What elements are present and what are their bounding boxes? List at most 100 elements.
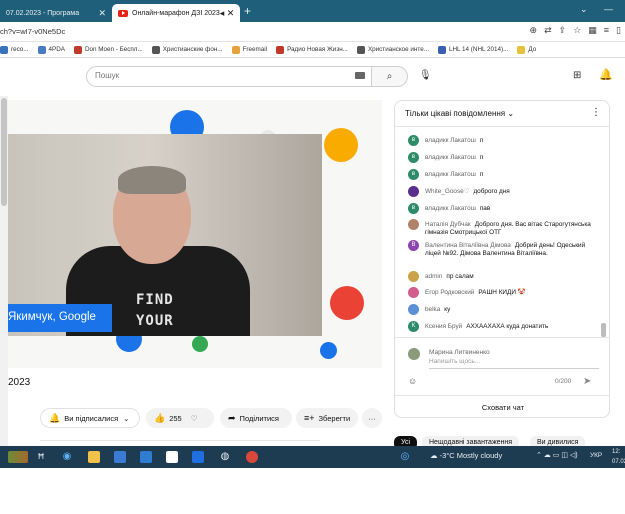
bookmark-item[interactable]: 4PDA — [37, 45, 65, 54]
extensions-icon[interactable]: ▦ — [588, 25, 597, 36]
system-tray-icons[interactable]: ⌃ ☁ ▭ ◫ ◁) — [536, 451, 578, 459]
close-icon[interactable]: ✕ — [98, 8, 106, 19]
tab-list-chevron-icon[interactable]: ⌄ — [580, 4, 588, 15]
store-icon[interactable] — [114, 451, 126, 463]
author-avatar[interactable] — [408, 271, 419, 282]
author-avatar[interactable] — [408, 304, 419, 315]
sidebar-scrollbar[interactable] — [0, 96, 8, 446]
bookmark-star-icon[interactable]: ☆ — [573, 25, 581, 36]
bookmark-item[interactable]: reco... — [0, 45, 29, 54]
video-player[interactable]: FIND YOUR Якимчук, Google — [8, 100, 382, 368]
message-author[interactable]: владикк Лакатош — [425, 137, 476, 144]
share-page-icon[interactable]: ⇪ — [559, 25, 567, 36]
author-avatar[interactable] — [408, 287, 419, 298]
thumbs-down-icon[interactable]: ♡ — [191, 414, 198, 423]
bookmark-item[interactable]: Freemail — [231, 45, 268, 54]
youtube-header: Пошук ⌕ 🎙 ⊞ 🔔 — [0, 58, 625, 96]
message-author[interactable]: Ксения Бруй — [425, 323, 462, 330]
bookmark-label: До — [528, 46, 537, 53]
message-author[interactable]: admin — [425, 273, 442, 280]
bookmark-favicon-icon — [356, 45, 365, 54]
file-explorer-icon[interactable] — [88, 451, 100, 463]
message-author[interactable]: владикк Лакатош — [425, 205, 476, 212]
bookmark-item[interactable]: LHL 14 (NHL 2014)... — [437, 45, 509, 54]
bookmark-label: LHL 14 (NHL 2014)... — [448, 46, 509, 53]
message-text: п — [479, 170, 484, 178]
message-author[interactable]: belka — [425, 306, 440, 313]
message-author[interactable]: владикк Лакатош — [425, 154, 476, 161]
author-avatar[interactable] — [408, 186, 419, 197]
minimize-icon[interactable]: — — [604, 4, 613, 14]
message-text: ку — [444, 305, 451, 313]
message-author[interactable]: White_Goose♡ — [425, 188, 469, 195]
share-button[interactable]: ➦ Поділитися — [220, 408, 292, 428]
amazon-icon[interactable] — [166, 451, 178, 463]
author-avatar[interactable]: в — [408, 135, 419, 146]
translate-icon[interactable]: ⇄ — [544, 25, 552, 36]
task-view-icon[interactable]: Ħ — [34, 450, 48, 464]
url-field[interactable]: ch?v=wI7-v0Ne5Dc — [0, 27, 65, 36]
message-author[interactable]: владикк Лакатош — [425, 171, 476, 178]
decor-circle-red — [330, 286, 364, 320]
news-widget-icon[interactable] — [8, 451, 28, 463]
weather-widget[interactable]: ☁ -3°C Mostly cloudy — [430, 451, 502, 460]
bookmark-item[interactable]: Христианское инте... — [356, 45, 429, 54]
notifications-bell-icon[interactable]: 🔔 — [599, 68, 613, 81]
bookmarks-bar: reco... 4PDA Don Moen - Беспл... Христианск… — [0, 42, 625, 58]
message-author[interactable]: Наталія Дубчак — [425, 221, 471, 228]
microphone-icon[interactable]: 🎙 — [419, 70, 432, 81]
bookmark-item[interactable]: Христианские фон... — [151, 45, 223, 54]
browser-tab-program[interactable]: 07.02.2023 - Програма ✕ — [0, 4, 112, 22]
subscribed-button[interactable]: 🔔 Ви підписалися ⌄ — [40, 408, 140, 428]
search-input[interactable]: Пошук — [86, 66, 372, 87]
bookmark-item[interactable]: Don Moen - Беспл... — [73, 45, 143, 54]
chat-input[interactable]: Напишіть щось... — [429, 358, 599, 369]
message-text: п — [479, 136, 484, 144]
bookmark-label: Freemail — [242, 46, 268, 53]
sidebar-icon[interactable]: ▯ — [616, 25, 621, 36]
scrollbar-thumb[interactable] — [1, 98, 7, 206]
taskbar-clock[interactable]: 12: 07.02 — [612, 447, 625, 467]
chrome-icon[interactable] — [246, 451, 258, 463]
dropbox-icon[interactable] — [192, 451, 204, 463]
bookmark-item[interactable]: До — [517, 45, 537, 54]
google-lens-icon[interactable]: ⊕ — [530, 25, 538, 36]
chat-mode-dropdown[interactable]: Тільки цікаві повідомлення ⌄ — [405, 109, 514, 118]
author-avatar[interactable]: в — [408, 169, 419, 180]
new-tab-icon[interactable]: + — [244, 4, 251, 18]
chat-menu-icon[interactable]: ⋮ — [591, 107, 601, 118]
edge-browser-icon[interactable]: ◉ — [60, 450, 74, 464]
chat-scrollbar-thumb[interactable] — [601, 323, 606, 337]
reading-list-icon[interactable]: ≡ — [604, 25, 609, 36]
video-title: 2023 — [8, 377, 31, 388]
bookmark-item[interactable]: Радио Новая Жизн... — [276, 45, 348, 54]
browser-tab-marathon[interactable]: Онлайн-марафон ДЗІ 2023 ◂ ✕ — [112, 4, 240, 22]
author-avatar[interactable]: в — [408, 152, 419, 163]
audio-and-close-icons[interactable]: ◂ ✕ — [220, 8, 235, 19]
author-avatar[interactable]: в — [408, 203, 419, 214]
author-avatar[interactable]: В — [408, 240, 419, 251]
message-author[interactable]: Егор Родковский — [425, 289, 474, 296]
keyboard-icon[interactable] — [355, 72, 365, 79]
message-body: Ксения Бруй АХХААХАХА куда донатить — [425, 323, 591, 331]
message-body: владикк Лакатош п — [425, 154, 591, 162]
mail-icon[interactable] — [140, 451, 152, 463]
search-button[interactable]: ⌕ — [372, 66, 408, 87]
like-button[interactable]: 👍 255 ♡ — [146, 408, 214, 428]
youtube-favicon-icon — [118, 9, 128, 17]
emoji-icon[interactable]: ☺ — [408, 376, 417, 386]
message-author[interactable]: Валентина Віталіївна Дімова — [425, 242, 511, 249]
save-label: Зберегти — [318, 413, 351, 423]
subscribed-label: Ви підписалися — [64, 413, 119, 423]
author-avatar[interactable] — [408, 219, 419, 230]
shirt-line-2: YOUR — [136, 313, 174, 329]
save-button[interactable]: ≡+ Зберегти — [296, 408, 358, 428]
app-circle-icon[interactable]: ◎ — [398, 450, 412, 464]
more-actions-button[interactable]: ··· — [362, 408, 382, 428]
media-app-icon[interactable]: ◍ — [218, 450, 232, 464]
send-icon[interactable]: ➤ — [583, 376, 591, 387]
language-indicator[interactable]: УКР — [590, 452, 602, 459]
author-avatar[interactable]: К — [408, 321, 419, 332]
create-video-icon[interactable]: ⊞ — [573, 70, 581, 81]
hide-chat-button[interactable]: Сховати чат — [395, 395, 609, 417]
